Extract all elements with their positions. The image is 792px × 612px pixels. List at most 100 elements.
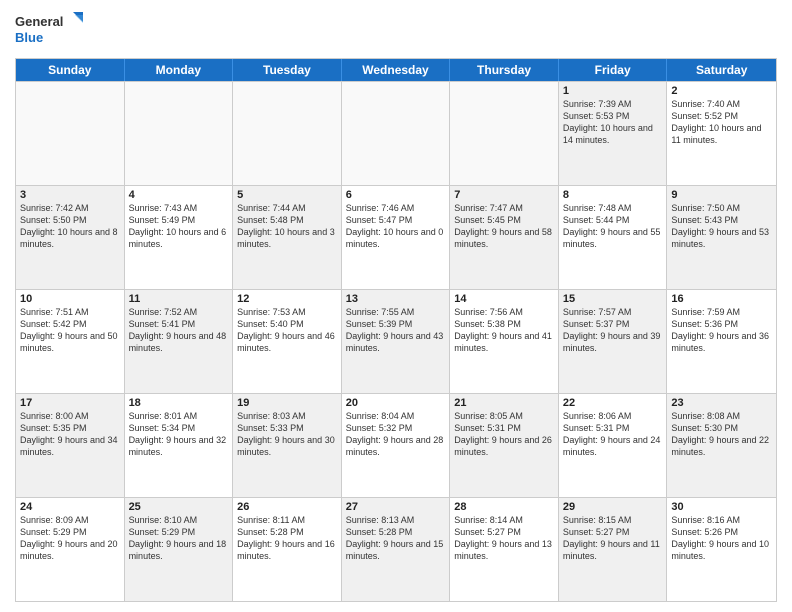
day-info: Sunrise: 8:00 AMSunset: 5:35 PMDaylight:… xyxy=(20,410,120,459)
calendar-day-22: 22Sunrise: 8:06 AMSunset: 5:31 PMDayligh… xyxy=(559,394,668,497)
day-number: 27 xyxy=(346,501,446,513)
day-info: Sunrise: 8:16 AMSunset: 5:26 PMDaylight:… xyxy=(671,514,772,563)
day-number: 5 xyxy=(237,189,337,201)
day-info: Sunrise: 8:01 AMSunset: 5:34 PMDaylight:… xyxy=(129,410,229,459)
header-day-monday: Monday xyxy=(125,59,234,81)
calendar-day-6: 6Sunrise: 7:46 AMSunset: 5:47 PMDaylight… xyxy=(342,186,451,289)
header-day-saturday: Saturday xyxy=(667,59,776,81)
calendar-row-3: 17Sunrise: 8:00 AMSunset: 5:35 PMDayligh… xyxy=(16,393,776,497)
day-info: Sunrise: 7:39 AMSunset: 5:53 PMDaylight:… xyxy=(563,98,663,147)
day-number: 15 xyxy=(563,293,663,305)
calendar-day-29: 29Sunrise: 8:15 AMSunset: 5:27 PMDayligh… xyxy=(559,498,668,601)
day-number: 8 xyxy=(563,189,663,201)
calendar-day-13: 13Sunrise: 7:55 AMSunset: 5:39 PMDayligh… xyxy=(342,290,451,393)
day-info: Sunrise: 7:56 AMSunset: 5:38 PMDaylight:… xyxy=(454,306,554,355)
day-info: Sunrise: 7:59 AMSunset: 5:36 PMDaylight:… xyxy=(671,306,772,355)
day-info: Sunrise: 7:47 AMSunset: 5:45 PMDaylight:… xyxy=(454,202,554,251)
day-number: 28 xyxy=(454,501,554,513)
calendar-cell-empty-0-1 xyxy=(125,82,234,185)
day-info: Sunrise: 7:44 AMSunset: 5:48 PMDaylight:… xyxy=(237,202,337,251)
day-number: 9 xyxy=(671,189,772,201)
header-day-sunday: Sunday xyxy=(16,59,125,81)
logo-svg: General Blue xyxy=(15,10,85,50)
calendar-row-2: 10Sunrise: 7:51 AMSunset: 5:42 PMDayligh… xyxy=(16,289,776,393)
calendar-day-27: 27Sunrise: 8:13 AMSunset: 5:28 PMDayligh… xyxy=(342,498,451,601)
header: General Blue xyxy=(15,10,777,50)
day-number: 21 xyxy=(454,397,554,409)
calendar-day-21: 21Sunrise: 8:05 AMSunset: 5:31 PMDayligh… xyxy=(450,394,559,497)
day-info: Sunrise: 8:10 AMSunset: 5:29 PMDaylight:… xyxy=(129,514,229,563)
day-info: Sunrise: 7:51 AMSunset: 5:42 PMDaylight:… xyxy=(20,306,120,355)
day-info: Sunrise: 7:42 AMSunset: 5:50 PMDaylight:… xyxy=(20,202,120,251)
day-info: Sunrise: 8:13 AMSunset: 5:28 PMDaylight:… xyxy=(346,514,446,563)
calendar-day-24: 24Sunrise: 8:09 AMSunset: 5:29 PMDayligh… xyxy=(16,498,125,601)
calendar-row-4: 24Sunrise: 8:09 AMSunset: 5:29 PMDayligh… xyxy=(16,497,776,601)
day-number: 6 xyxy=(346,189,446,201)
day-number: 2 xyxy=(671,85,772,97)
calendar-day-7: 7Sunrise: 7:47 AMSunset: 5:45 PMDaylight… xyxy=(450,186,559,289)
day-number: 3 xyxy=(20,189,120,201)
calendar-row-0: 1Sunrise: 7:39 AMSunset: 5:53 PMDaylight… xyxy=(16,81,776,185)
day-info: Sunrise: 8:05 AMSunset: 5:31 PMDaylight:… xyxy=(454,410,554,459)
calendar-cell-empty-0-2 xyxy=(233,82,342,185)
day-number: 29 xyxy=(563,501,663,513)
header-day-thursday: Thursday xyxy=(450,59,559,81)
logo: General Blue xyxy=(15,10,85,50)
calendar-day-25: 25Sunrise: 8:10 AMSunset: 5:29 PMDayligh… xyxy=(125,498,234,601)
day-number: 10 xyxy=(20,293,120,305)
day-info: Sunrise: 7:53 AMSunset: 5:40 PMDaylight:… xyxy=(237,306,337,355)
calendar-day-5: 5Sunrise: 7:44 AMSunset: 5:48 PMDaylight… xyxy=(233,186,342,289)
day-number: 30 xyxy=(671,501,772,513)
day-info: Sunrise: 8:03 AMSunset: 5:33 PMDaylight:… xyxy=(237,410,337,459)
day-number: 16 xyxy=(671,293,772,305)
calendar-day-15: 15Sunrise: 7:57 AMSunset: 5:37 PMDayligh… xyxy=(559,290,668,393)
calendar-header: SundayMondayTuesdayWednesdayThursdayFrid… xyxy=(16,59,776,81)
day-number: 20 xyxy=(346,397,446,409)
calendar-day-10: 10Sunrise: 7:51 AMSunset: 5:42 PMDayligh… xyxy=(16,290,125,393)
calendar-day-1: 1Sunrise: 7:39 AMSunset: 5:53 PMDaylight… xyxy=(559,82,668,185)
calendar-cell-empty-0-0 xyxy=(16,82,125,185)
day-number: 25 xyxy=(129,501,229,513)
calendar-day-23: 23Sunrise: 8:08 AMSunset: 5:30 PMDayligh… xyxy=(667,394,776,497)
day-number: 18 xyxy=(129,397,229,409)
day-info: Sunrise: 7:46 AMSunset: 5:47 PMDaylight:… xyxy=(346,202,446,251)
calendar-day-17: 17Sunrise: 8:00 AMSunset: 5:35 PMDayligh… xyxy=(16,394,125,497)
day-info: Sunrise: 7:43 AMSunset: 5:49 PMDaylight:… xyxy=(129,202,229,251)
day-number: 11 xyxy=(129,293,229,305)
calendar-day-18: 18Sunrise: 8:01 AMSunset: 5:34 PMDayligh… xyxy=(125,394,234,497)
calendar-day-20: 20Sunrise: 8:04 AMSunset: 5:32 PMDayligh… xyxy=(342,394,451,497)
header-day-tuesday: Tuesday xyxy=(233,59,342,81)
calendar-day-19: 19Sunrise: 8:03 AMSunset: 5:33 PMDayligh… xyxy=(233,394,342,497)
day-number: 19 xyxy=(237,397,337,409)
day-info: Sunrise: 8:14 AMSunset: 5:27 PMDaylight:… xyxy=(454,514,554,563)
day-number: 13 xyxy=(346,293,446,305)
day-info: Sunrise: 7:48 AMSunset: 5:44 PMDaylight:… xyxy=(563,202,663,251)
calendar-day-30: 30Sunrise: 8:16 AMSunset: 5:26 PMDayligh… xyxy=(667,498,776,601)
page: General Blue SundayMondayTuesdayWednesda… xyxy=(0,0,792,612)
day-number: 23 xyxy=(671,397,772,409)
day-info: Sunrise: 8:09 AMSunset: 5:29 PMDaylight:… xyxy=(20,514,120,563)
header-day-friday: Friday xyxy=(559,59,668,81)
day-number: 17 xyxy=(20,397,120,409)
svg-text:General: General xyxy=(15,14,63,29)
calendar-day-9: 9Sunrise: 7:50 AMSunset: 5:43 PMDaylight… xyxy=(667,186,776,289)
day-number: 24 xyxy=(20,501,120,513)
calendar-day-3: 3Sunrise: 7:42 AMSunset: 5:50 PMDaylight… xyxy=(16,186,125,289)
calendar-cell-empty-0-3 xyxy=(342,82,451,185)
calendar-day-12: 12Sunrise: 7:53 AMSunset: 5:40 PMDayligh… xyxy=(233,290,342,393)
day-number: 12 xyxy=(237,293,337,305)
day-info: Sunrise: 7:57 AMSunset: 5:37 PMDaylight:… xyxy=(563,306,663,355)
calendar-day-26: 26Sunrise: 8:11 AMSunset: 5:28 PMDayligh… xyxy=(233,498,342,601)
day-info: Sunrise: 8:04 AMSunset: 5:32 PMDaylight:… xyxy=(346,410,446,459)
calendar-day-11: 11Sunrise: 7:52 AMSunset: 5:41 PMDayligh… xyxy=(125,290,234,393)
day-info: Sunrise: 8:06 AMSunset: 5:31 PMDaylight:… xyxy=(563,410,663,459)
calendar-day-28: 28Sunrise: 8:14 AMSunset: 5:27 PMDayligh… xyxy=(450,498,559,601)
calendar-day-2: 2Sunrise: 7:40 AMSunset: 5:52 PMDaylight… xyxy=(667,82,776,185)
day-info: Sunrise: 8:11 AMSunset: 5:28 PMDaylight:… xyxy=(237,514,337,563)
day-number: 14 xyxy=(454,293,554,305)
day-info: Sunrise: 7:40 AMSunset: 5:52 PMDaylight:… xyxy=(671,98,772,147)
day-number: 26 xyxy=(237,501,337,513)
calendar-row-1: 3Sunrise: 7:42 AMSunset: 5:50 PMDaylight… xyxy=(16,185,776,289)
calendar-day-16: 16Sunrise: 7:59 AMSunset: 5:36 PMDayligh… xyxy=(667,290,776,393)
day-info: Sunrise: 7:55 AMSunset: 5:39 PMDaylight:… xyxy=(346,306,446,355)
